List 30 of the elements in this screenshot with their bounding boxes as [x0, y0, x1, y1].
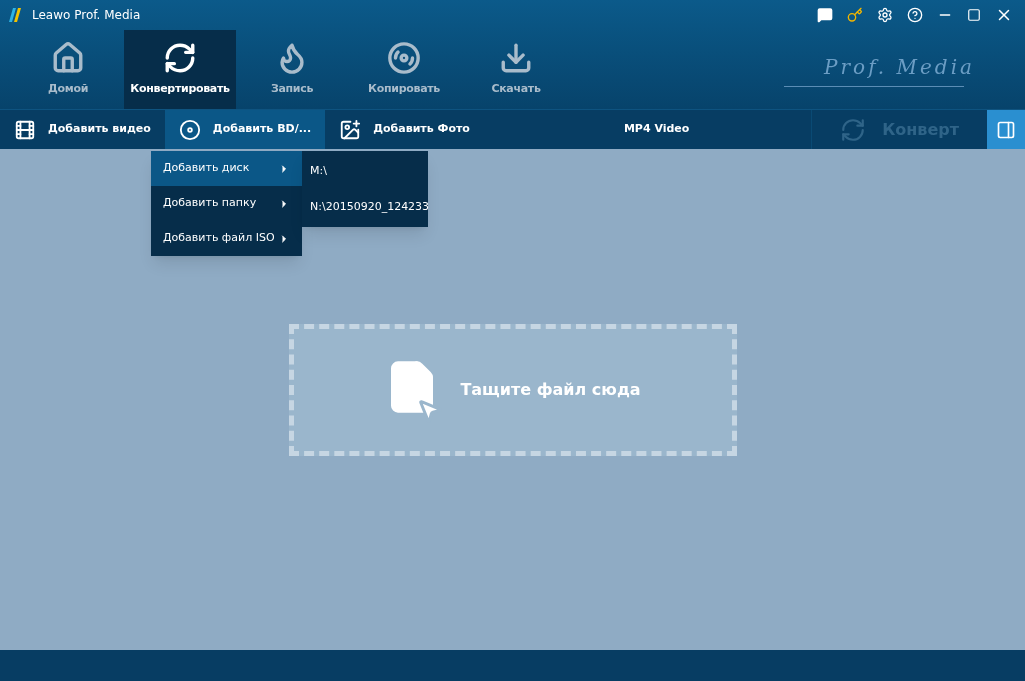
chat-icon[interactable] [817, 7, 833, 23]
panel-icon [996, 119, 1016, 140]
disc-icon [387, 41, 421, 76]
menu-item[interactable]: Добавить диск [151, 151, 302, 186]
maximize-icon[interactable] [967, 8, 981, 22]
window-title: Leawo Prof. Media [32, 7, 141, 24]
drop-zone-text: Тащите файл сюда [460, 378, 641, 401]
nav-tab[interactable]: Копировать [348, 30, 460, 109]
film-strip-icon [14, 118, 36, 141]
app-logo-icon [8, 7, 24, 23]
layout-toggle-button[interactable] [987, 110, 1025, 149]
settings-icon[interactable] [877, 7, 893, 23]
nav-tab[interactable]: Запись [236, 30, 348, 109]
refresh-arrows-icon [840, 116, 867, 143]
toolbar-button[interactable]: Добавить BD/... [164, 110, 326, 149]
brand-logo-text: Prof. Media [824, 54, 975, 81]
help-icon[interactable] [907, 7, 923, 23]
nav-tab[interactable]: Домой [12, 30, 124, 109]
submenu-item[interactable]: N:\20150920_124233 [302, 189, 428, 225]
profile-label[interactable]: MP4 Video [623, 121, 690, 138]
toolbar-button[interactable]: Добавить Фото [325, 110, 484, 149]
nav-tab[interactable]: Скачать [460, 30, 572, 109]
key-icon[interactable] [847, 7, 863, 23]
disc-plus-icon [178, 118, 201, 141]
toolbar-button[interactable]: Добавить видео [0, 110, 165, 149]
nav-tab[interactable]: Конвертировать [124, 30, 236, 109]
menu-item[interactable]: Добавить папку [151, 186, 302, 221]
picture-plus-icon [339, 118, 362, 141]
submenu-item[interactable]: M:\ [302, 153, 428, 189]
menu-item[interactable]: Добавить файл ISO [151, 221, 302, 256]
